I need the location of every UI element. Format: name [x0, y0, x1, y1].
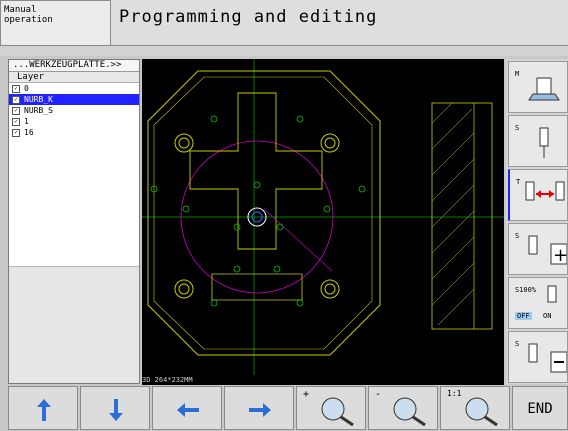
- spindle-plus-icon: +: [528, 235, 567, 266]
- tool-change-icon: [525, 181, 565, 201]
- on-label: ON: [543, 312, 552, 320]
- cad-drawing: [142, 59, 504, 375]
- m-function-softkey[interactable]: M: [508, 61, 568, 113]
- element-list-panel: [9, 266, 139, 383]
- softkey-label: T: [516, 178, 521, 186]
- svg-text:+: +: [553, 245, 567, 266]
- zoom-in-icon: [321, 397, 354, 427]
- softkey-label: S: [515, 124, 520, 132]
- layer-label: NURB_K: [24, 95, 53, 104]
- layer-label: 0: [24, 84, 29, 93]
- zoom-out-softkey[interactable]: -: [368, 386, 438, 430]
- layer-item[interactable]: ✓ 0: [9, 83, 139, 94]
- softkey-label: S: [515, 340, 520, 348]
- file-path: ...WERKZEUGPLATTE.>>: [9, 60, 139, 72]
- divider-strip: [0, 46, 568, 56]
- softkey-label: M: [515, 70, 520, 78]
- spindle-icon: [539, 127, 549, 158]
- checkbox-icon[interactable]: ✓: [12, 95, 20, 104]
- checkbox-icon[interactable]: ✓: [12, 84, 20, 93]
- layer-item[interactable]: ✓ 16: [9, 127, 139, 138]
- arrow-up-icon: [37, 399, 51, 421]
- layer-label: 1: [24, 117, 29, 126]
- layer-label: NURB_S: [24, 106, 53, 115]
- vertical-softkey-bar: M S T S + S100% OFF ON S: [506, 59, 568, 384]
- softkey-label: -: [375, 389, 382, 400]
- checkbox-icon[interactable]: ✓: [12, 128, 20, 137]
- zoom-reset-icon: [465, 397, 498, 427]
- layer-label: 16: [24, 128, 34, 137]
- spindle-override-icon: [547, 285, 557, 303]
- off-label: OFF: [515, 312, 532, 320]
- operating-mode-indicator: Manual operation: [0, 0, 111, 46]
- spindle-minus-icon: [528, 343, 567, 373]
- layer-column-header: Layer: [9, 72, 139, 83]
- softkey-label: +: [303, 389, 310, 400]
- spindle-plus-softkey[interactable]: S +: [508, 223, 568, 275]
- checkbox-icon[interactable]: ✓: [12, 106, 20, 115]
- arrow-right-softkey[interactable]: [224, 386, 294, 430]
- tool-change-softkey[interactable]: T: [508, 169, 568, 221]
- zoom-in-softkey[interactable]: +: [296, 386, 366, 430]
- softkey-label: S100%: [515, 286, 537, 294]
- m-function-icon: [528, 77, 560, 101]
- softkey-label: S: [515, 232, 520, 240]
- cad-drawing-canvas[interactable]: [142, 59, 504, 384]
- checkbox-icon[interactable]: ✓: [12, 117, 20, 126]
- arrow-down-softkey[interactable]: [80, 386, 150, 430]
- layer-item[interactable]: ✓ NURB_S: [9, 105, 139, 116]
- arrow-left-icon: [177, 403, 199, 417]
- spindle-override-softkey[interactable]: S100% OFF ON: [508, 277, 568, 329]
- end-softkey[interactable]: END: [512, 386, 568, 430]
- page-title: Programming and editing: [111, 0, 568, 46]
- layer-item[interactable]: ✓ 1: [9, 116, 139, 127]
- arrow-down-icon: [109, 399, 123, 421]
- zoom-out-icon: [393, 397, 426, 427]
- zoom-reset-softkey[interactable]: 1:1: [440, 386, 510, 430]
- arrow-left-softkey[interactable]: [152, 386, 222, 430]
- arrow-up-softkey[interactable]: [8, 386, 78, 430]
- spindle-minus-softkey[interactable]: S: [508, 331, 568, 383]
- arrow-right-icon: [249, 403, 271, 417]
- layer-item-selected[interactable]: ✓ NURB_K: [9, 94, 139, 105]
- spindle-softkey[interactable]: S: [508, 115, 568, 167]
- canvas-status-bar: 3D 264*232MM: [142, 375, 504, 385]
